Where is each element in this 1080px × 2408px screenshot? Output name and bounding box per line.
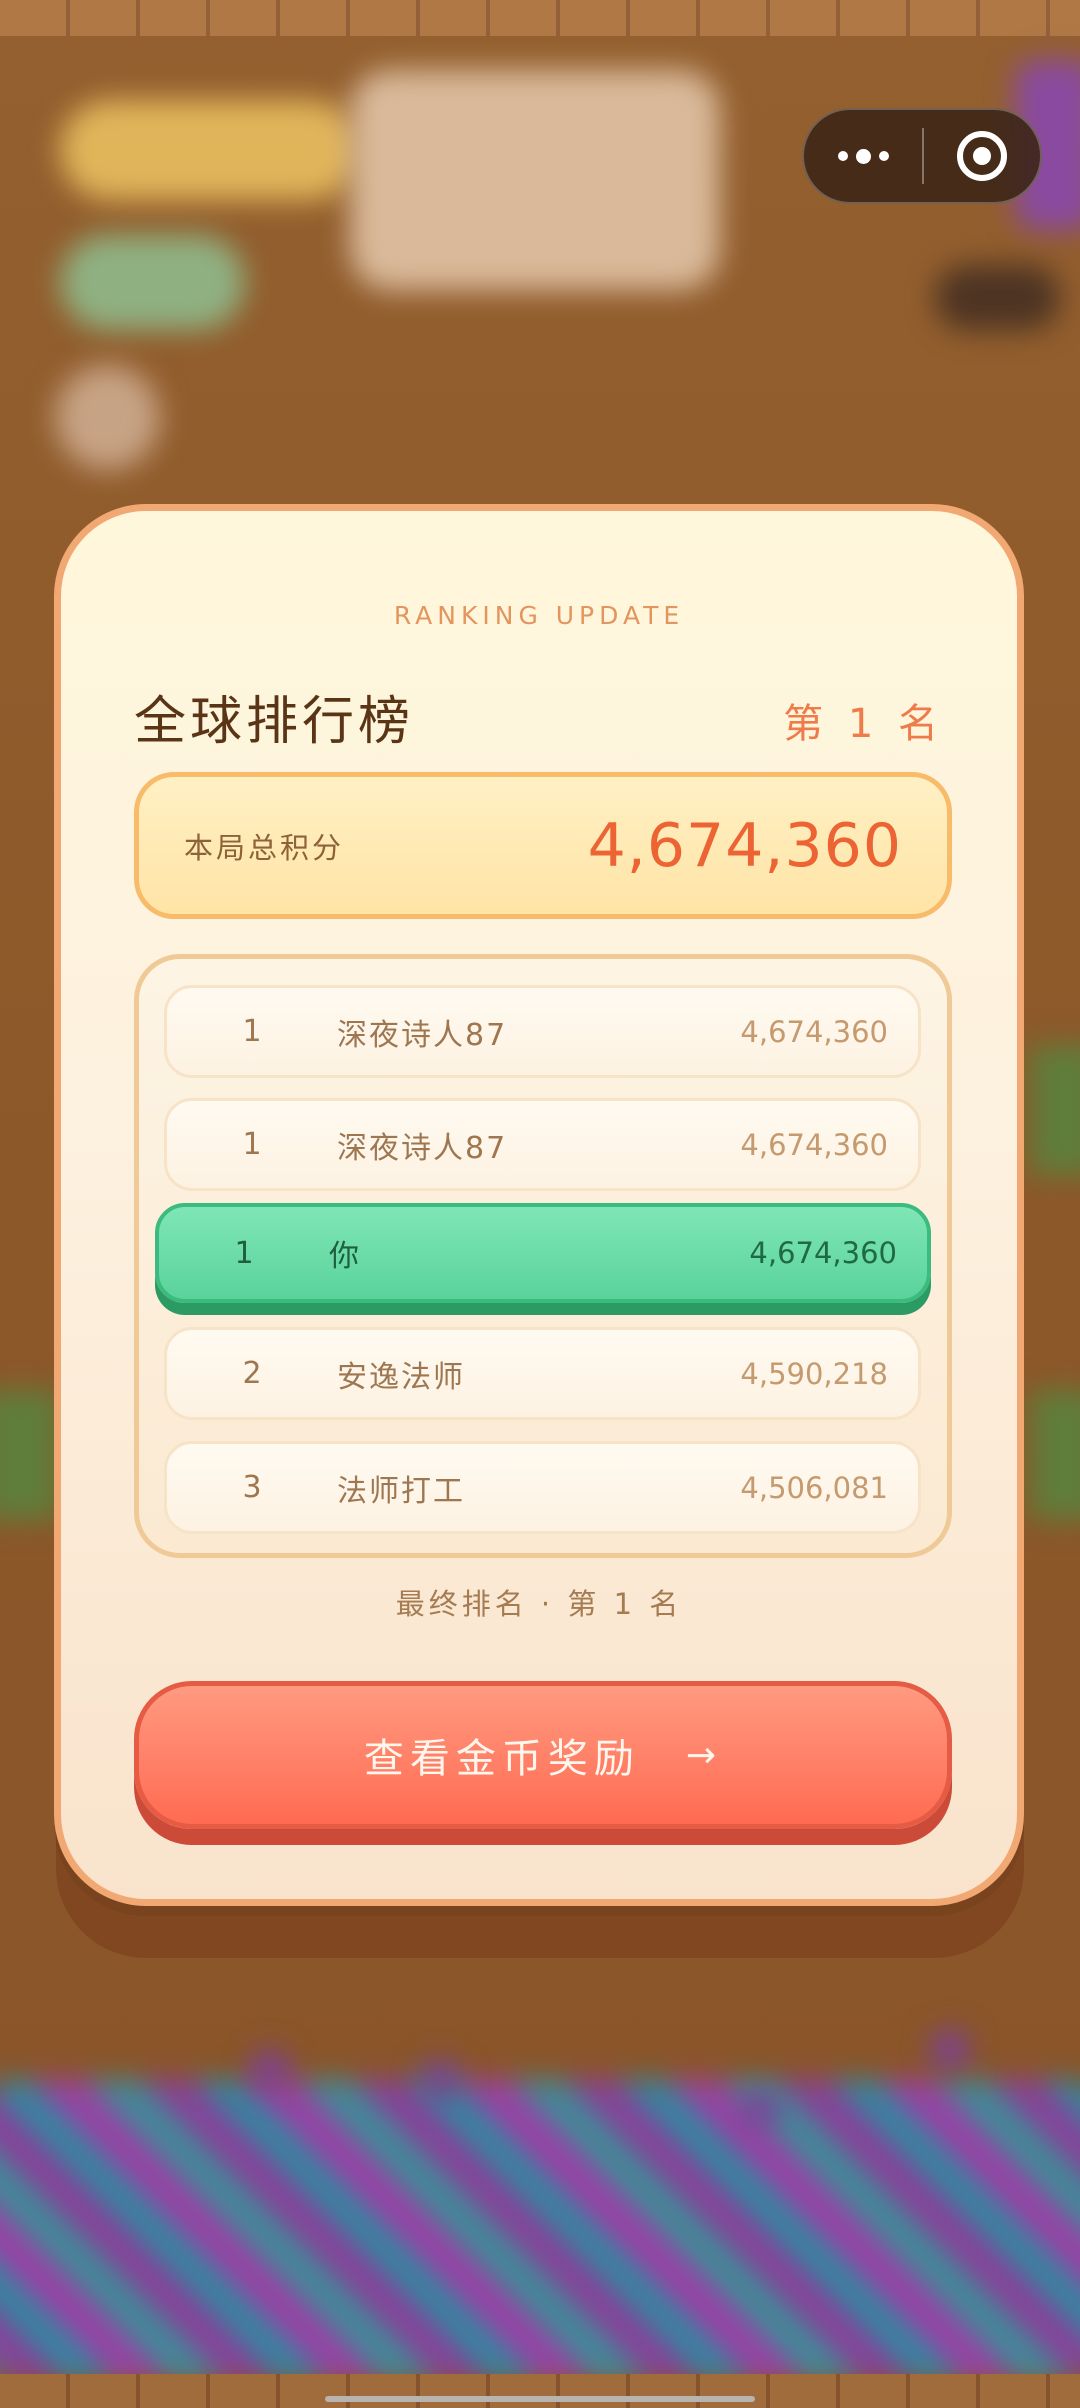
green-button-blurred <box>60 235 245 330</box>
row-score: 4,590,218 <box>740 1356 888 1391</box>
row-name: 你 <box>329 1239 361 1274</box>
row-rank: 1 <box>234 1235 254 1271</box>
final-rank-text: 最终排名 · 第 1 名 <box>395 1587 683 1621</box>
row-name: 深夜诗人87 <box>337 1130 508 1166</box>
row-name: 安逸法师 <box>337 1359 465 1395</box>
view-coin-reward-button[interactable]: 查看金币奖励 → <box>134 1681 952 1829</box>
tile-pile-blurred <box>0 2080 1080 2380</box>
top-wood-strip <box>0 0 1080 36</box>
page-title: 全球排行榜 <box>134 692 415 752</box>
row-score: 4,674,360 <box>749 1236 897 1270</box>
miniprogram-capsule <box>802 108 1042 204</box>
level-card-blurred <box>350 70 720 290</box>
tile-dot <box>930 2030 970 2070</box>
row-score: 4,506,081 <box>740 1470 888 1505</box>
row-rank: 3 <box>242 1470 262 1505</box>
green-block-left <box>0 1390 60 1520</box>
close-miniprogram-button[interactable] <box>924 110 1040 202</box>
row-name: 法师打工 <box>337 1473 465 1509</box>
more-dots-icon[interactable] <box>804 110 922 202</box>
arrow-right-icon: → <box>685 1734 723 1776</box>
green-block-right <box>1030 1045 1080 1175</box>
rank-badge: 第 1 名 <box>783 701 944 747</box>
dark-button-blurred <box>935 265 1060 330</box>
ranking-modal: RANKING UPDATE 全球排行榜 第 1 名 本局总积分 4,674,3… <box>54 504 1024 1906</box>
home-indicator[interactable] <box>325 2396 755 2402</box>
row-rank: 1 <box>242 1127 262 1162</box>
tile-dot <box>740 2090 780 2130</box>
settings-button-blurred <box>55 365 160 470</box>
total-score-panel: 本局总积分 4,674,360 <box>134 772 952 919</box>
row-rank: 1 <box>242 1014 262 1049</box>
coin-counter-blurred <box>60 100 360 200</box>
score-value: 4,674,360 <box>587 810 902 881</box>
green-block-right-lower <box>1030 1390 1080 1520</box>
leaderboard-row-player: 1 你 4,674,360 <box>155 1203 931 1303</box>
score-label: 本局总积分 <box>184 830 345 865</box>
target-close-icon <box>957 131 1007 181</box>
row-rank: 2 <box>242 1356 262 1391</box>
leaderboard-row: 1 深夜诗人87 4,674,360 <box>164 985 921 1078</box>
tile-dot <box>420 2060 460 2100</box>
ranking-update-label: RANKING UPDATE <box>393 601 685 630</box>
row-name: 深夜诗人87 <box>337 1017 508 1053</box>
tile-dot <box>250 2050 290 2090</box>
leaderboard-row: 3 法师打工 4,506,081 <box>164 1441 921 1534</box>
row-score: 4,674,360 <box>740 1127 888 1162</box>
cta-label: 查看金币奖励 <box>363 1736 640 1782</box>
leaderboard-row: 2 安逸法师 4,590,218 <box>164 1327 921 1420</box>
leaderboard-list: 1 深夜诗人87 4,674,360 1 深夜诗人87 4,674,360 1 … <box>134 954 952 1558</box>
bottom-wood-strip <box>0 2374 1080 2408</box>
row-score: 4,674,360 <box>740 1014 888 1049</box>
leaderboard-row: 1 深夜诗人87 4,674,360 <box>164 1098 921 1191</box>
